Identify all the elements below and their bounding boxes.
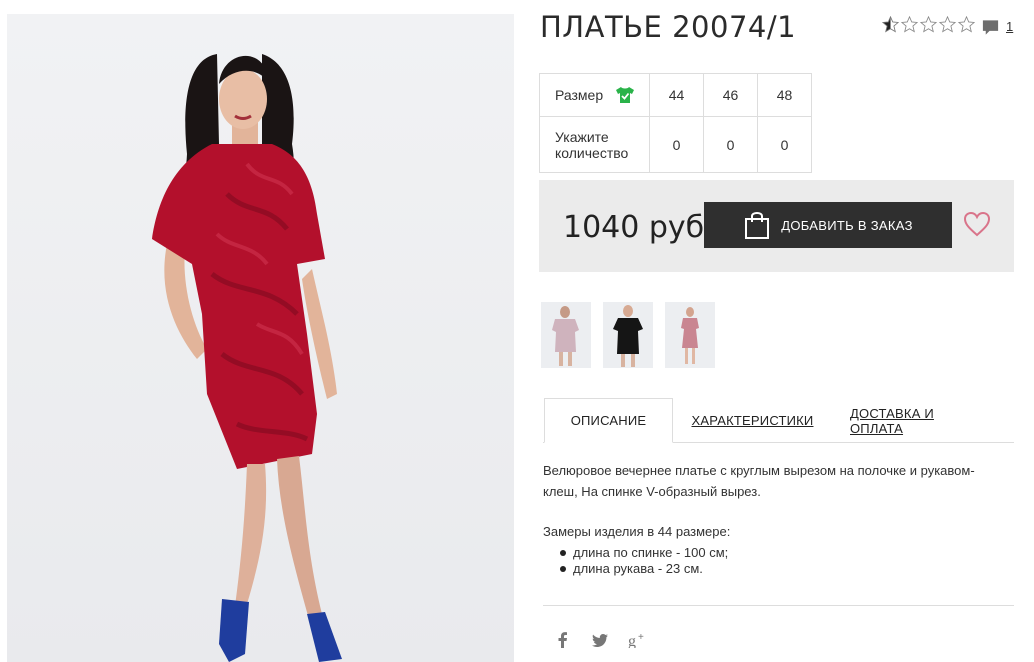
shopping-bag-icon [745, 212, 770, 239]
product-description: Велюровое вечернее платье с круглым выре… [543, 463, 975, 499]
tab-description[interactable]: ОПИСАНИЕ [544, 398, 673, 443]
size-cell: 48 [757, 73, 812, 117]
twitter-share-button[interactable] [590, 630, 610, 650]
divider [543, 605, 1014, 606]
facebook-icon [558, 632, 567, 648]
star-icon[interactable] [958, 16, 975, 33]
list-item: длина рукава - 23 см. [560, 561, 728, 577]
star-icon[interactable] [901, 16, 918, 33]
facebook-share-button[interactable] [553, 630, 573, 650]
quantity-input[interactable]: 0 [757, 116, 812, 173]
measurements-title: Замеры изделия в 44 размере: [543, 524, 731, 539]
thumbnail-pink-dress[interactable] [541, 302, 591, 368]
size-cell: 44 [649, 73, 704, 117]
google-plus-share-button[interactable]: g + [628, 630, 648, 650]
tab-delivery-payment[interactable]: ДОСТАВКА И ОПЛАТА [850, 398, 985, 443]
quantity-input[interactable]: 0 [649, 116, 704, 173]
size-chart-shirt-icon[interactable] [615, 86, 635, 104]
thumbnail-black-dress[interactable] [603, 302, 653, 368]
twitter-icon [592, 633, 608, 647]
list-item: длина по спинке - 100 см; [560, 545, 728, 561]
star-icon[interactable] [920, 16, 937, 33]
size-table: Размер 44 46 48 Укажите количество 0 0 0 [539, 73, 812, 173]
thumbnail-rose-dress[interactable] [665, 302, 715, 368]
measurements-list: длина по спинке - 100 см; длина рукава -… [560, 545, 728, 577]
comment-icon[interactable] [981, 19, 1000, 37]
quantity-label: Укажите количество [539, 116, 650, 173]
add-to-order-button[interactable]: ДОБАВИТЬ В ЗАКАЗ [704, 202, 952, 248]
size-label-cell: Размер [539, 73, 650, 117]
add-to-order-label: ДОБАВИТЬ В ЗАКАЗ [781, 217, 913, 233]
star-icon[interactable] [939, 16, 956, 33]
size-cell: 46 [703, 73, 758, 117]
svg-text:g: g [628, 633, 636, 648]
google-plus-icon: g + [628, 632, 644, 648]
price-panel: 1040 руб ДОБАВИТЬ В ЗАКАЗ [539, 180, 1014, 272]
comment-count-link[interactable]: 1 [1006, 19, 1013, 34]
product-title: ПЛАТЬЕ 20074/1 [540, 10, 797, 44]
quantity-input[interactable]: 0 [703, 116, 758, 173]
rating-stars[interactable] [882, 16, 977, 33]
heart-icon[interactable] [963, 211, 991, 237]
svg-text:+: + [638, 632, 644, 643]
product-price: 1040 руб [563, 210, 705, 245]
size-label: Размер [555, 87, 604, 103]
model-illustration [152, 54, 342, 662]
main-product-photo[interactable] [7, 14, 514, 662]
half-star-icon[interactable] [882, 16, 899, 33]
tab-characteristics[interactable]: ХАРАКТЕРИСТИКИ [690, 398, 815, 443]
